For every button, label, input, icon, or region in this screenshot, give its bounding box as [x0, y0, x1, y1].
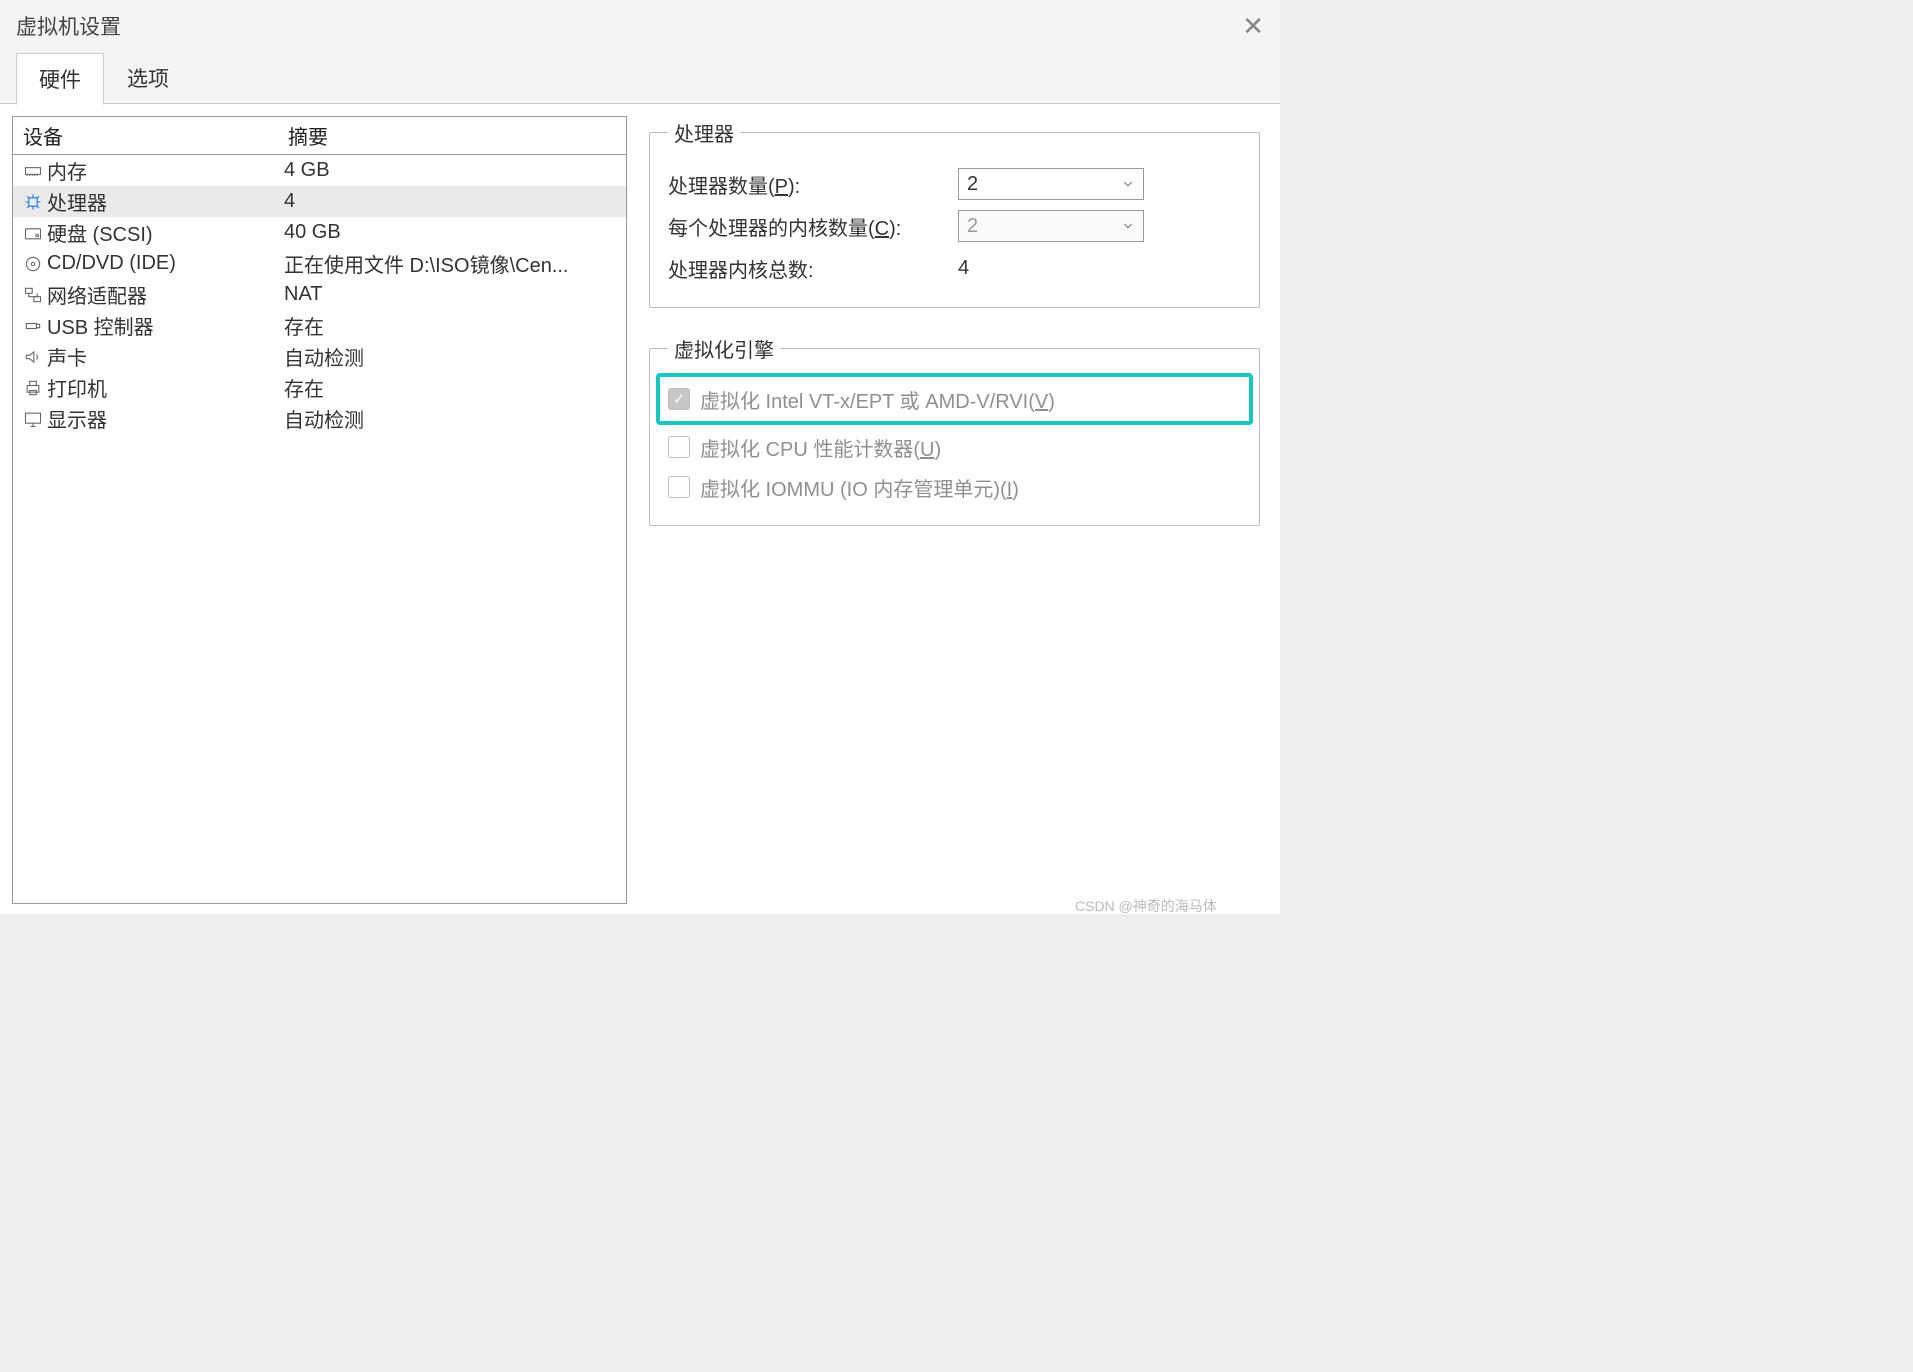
- chevron-down-icon: [1121, 219, 1135, 233]
- row-num-processors: 处理器数量(P): 2: [668, 163, 1241, 205]
- checkbox-row-iommu[interactable]: 虚拟化 IOMMU (IO 内存管理单元)(I): [668, 467, 1241, 507]
- device-summary: 自动检测: [284, 404, 620, 433]
- network-icon: [19, 285, 47, 305]
- checkbox-row-cpu-counters[interactable]: 虚拟化 CPU 性能计数器(U): [668, 427, 1241, 467]
- highlight-vt: 虚拟化 Intel VT-x/EPT 或 AMD-V/RVI(V): [656, 373, 1253, 425]
- checkbox-cpu-counters[interactable]: [668, 436, 690, 458]
- device-summary: NAT: [284, 283, 620, 306]
- device-label: 处理器: [47, 187, 284, 216]
- label-iommu: 虚拟化 IOMMU (IO 内存管理单元)(I): [700, 473, 1019, 502]
- chevron-down-icon: [1121, 177, 1135, 191]
- device-label: 网络适配器: [47, 280, 284, 309]
- header-summary: 摘要: [288, 121, 616, 150]
- usb-icon: [19, 316, 47, 336]
- device-summary: 40 GB: [284, 221, 620, 244]
- virt-engine-legend: 虚拟化引擎: [668, 334, 780, 363]
- value-total-cores: 4: [958, 257, 1128, 280]
- window-title: 虚拟机设置: [16, 11, 121, 41]
- header-device: 设备: [23, 121, 288, 150]
- label-vt: 虚拟化 Intel VT-x/EPT 或 AMD-V/RVI(V): [700, 385, 1055, 414]
- device-label: CD/DVD (IDE): [47, 252, 284, 275]
- device-label: 打印机: [47, 373, 284, 402]
- device-summary: 4 GB: [284, 159, 620, 182]
- device-row-cddvd[interactable]: CD/DVD (IDE) 正在使用文件 D:\ISO镜像\Cen...: [13, 248, 626, 279]
- tab-hardware[interactable]: 硬件: [16, 53, 104, 105]
- label-cpu-counters: 虚拟化 CPU 性能计数器(U): [700, 433, 941, 462]
- label-num-processors: 处理器数量(P):: [668, 170, 958, 199]
- row-total-cores: 处理器内核总数: 4: [668, 247, 1241, 289]
- device-row-sound[interactable]: 声卡 自动检测: [13, 341, 626, 372]
- device-label: 显示器: [47, 404, 284, 433]
- device-list: 设备 摘要 内存 4 GB 处理器 4: [12, 116, 627, 904]
- device-label: 硬盘 (SCSI): [47, 218, 284, 247]
- processor-group: 处理器 处理器数量(P): 2 每个处理器的内核数量(C):: [649, 118, 1260, 308]
- device-label: USB 控制器: [47, 311, 284, 340]
- device-summary: 存在: [284, 311, 620, 340]
- titlebar: 虚拟机设置 ✕: [0, 0, 1280, 52]
- device-summary: 4: [284, 190, 620, 213]
- device-row-memory[interactable]: 内存 4 GB: [13, 155, 626, 186]
- virt-engine-group: 虚拟化引擎 虚拟化 Intel VT-x/EPT 或 AMD-V/RVI(V) …: [649, 334, 1260, 526]
- checkbox-vt[interactable]: [668, 388, 690, 410]
- watermark: CSDN @神奇的海马体: [1075, 896, 1217, 916]
- device-summary: 存在: [284, 373, 620, 402]
- display-icon: [19, 409, 47, 429]
- combo-value: 2: [967, 215, 978, 238]
- memory-icon: [19, 161, 47, 181]
- dialog-body: 设备 摘要 内存 4 GB 处理器 4: [0, 103, 1280, 914]
- printer-icon: [19, 378, 47, 398]
- device-summary: 正在使用文件 D:\ISO镜像\Cen...: [284, 249, 620, 278]
- processor-legend: 处理器: [668, 118, 740, 147]
- combo-num-processors[interactable]: 2: [958, 168, 1144, 200]
- disc-icon: [19, 254, 47, 274]
- cpu-icon: [19, 192, 47, 212]
- device-row-processor[interactable]: 处理器 4: [13, 186, 626, 217]
- device-list-header: 设备 摘要: [13, 117, 626, 155]
- tab-bar: 硬件 选项: [0, 52, 1280, 104]
- device-label: 声卡: [47, 342, 284, 371]
- device-row-disk[interactable]: 硬盘 (SCSI) 40 GB: [13, 217, 626, 248]
- row-cores-per: 每个处理器的内核数量(C): 2: [668, 205, 1241, 247]
- vm-settings-window: 虚拟机设置 ✕ 硬件 选项 设备 摘要 内存 4 GB: [0, 0, 1280, 914]
- device-summary: 自动检测: [284, 342, 620, 371]
- combo-cores-per[interactable]: 2: [958, 210, 1144, 242]
- close-icon[interactable]: ✕: [1242, 11, 1264, 42]
- combo-value: 2: [967, 173, 978, 196]
- disk-icon: [19, 223, 47, 243]
- detail-panel: 处理器 处理器数量(P): 2 每个处理器的内核数量(C):: [639, 104, 1280, 914]
- label-cores-per: 每个处理器的内核数量(C):: [668, 212, 958, 241]
- device-row-network[interactable]: 网络适配器 NAT: [13, 279, 626, 310]
- checkbox-row-vt[interactable]: 虚拟化 Intel VT-x/EPT 或 AMD-V/RVI(V): [668, 379, 1241, 419]
- label-total-cores: 处理器内核总数:: [668, 254, 958, 283]
- checkbox-iommu[interactable]: [668, 476, 690, 498]
- device-row-display[interactable]: 显示器 自动检测: [13, 403, 626, 434]
- device-row-usb[interactable]: USB 控制器 存在: [13, 310, 626, 341]
- sound-icon: [19, 347, 47, 367]
- device-row-printer[interactable]: 打印机 存在: [13, 372, 626, 403]
- device-label: 内存: [47, 156, 284, 185]
- tab-options[interactable]: 选项: [104, 52, 192, 104]
